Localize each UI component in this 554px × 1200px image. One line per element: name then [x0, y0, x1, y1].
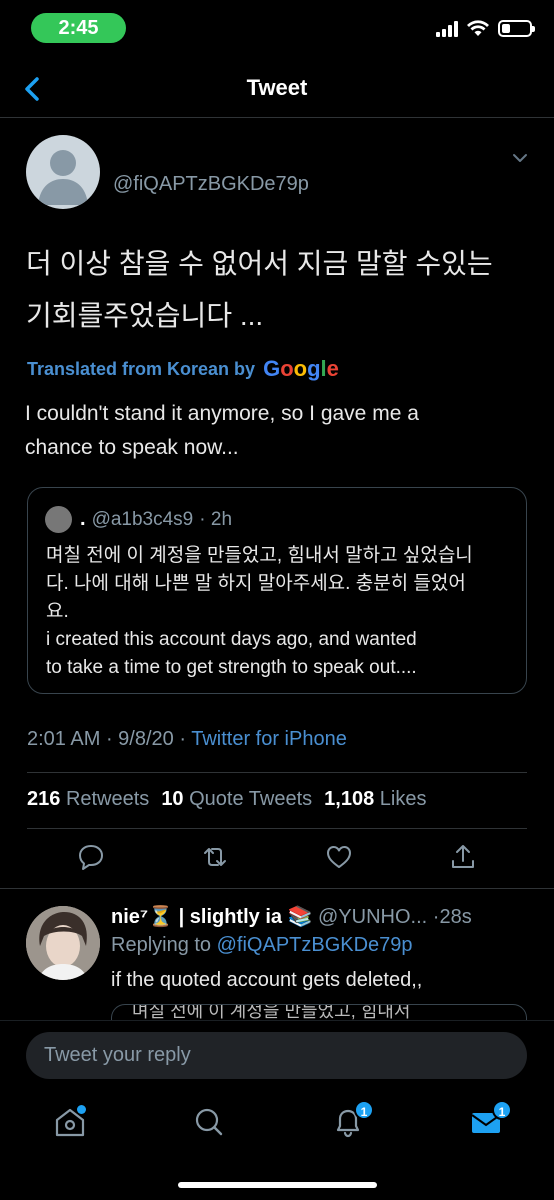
- quoted-line: 다. 나에 대해 나쁜 말 하지 말아주세요. 충분히 들었어: [46, 573, 466, 594]
- quoted-line: to take a time to get strength to speak …: [46, 657, 417, 678]
- reply-quoted-tweet[interactable]: 며칠 전에 이 계정을 만들었고, 힘내서: [111, 1004, 527, 1020]
- reply-tweet[interactable]: nie⁷⏳ | slightly ia 📚 @YUNHO... ·28s Rep…: [0, 888, 554, 1020]
- replying-to-label: Replying to: [111, 934, 212, 956]
- quoted-tweet-text: 며칠 전에 이 계정을 만들었고, 힘내서 말하고 싶었습니 다. 나에 대해 …: [46, 542, 516, 682]
- replying-to-mention[interactable]: @fiQAPTzBGKDe79p: [217, 934, 413, 956]
- quoted-line: 요.: [46, 601, 69, 622]
- retweet-icon[interactable]: [200, 842, 230, 872]
- status-icons: [436, 20, 535, 37]
- tab-messages[interactable]: 1: [466, 1100, 512, 1142]
- default-avatar-icon: [38, 150, 88, 205]
- reply-quoted-text: 며칠 전에 이 계정을 만들었고, 힘내서: [132, 1004, 411, 1020]
- translation-line: chance to speak now...: [25, 436, 239, 459]
- tweet-timestamp: 2:01 AM · 9/8/20 · Twitter for iPhone: [27, 728, 347, 750]
- tweet-text-line: 더 이상 참을 수 없어서 지금 말할 수있는: [26, 248, 493, 279]
- google-logo: Google: [263, 356, 339, 381]
- quoted-line: i created this account days ago, and wan…: [46, 629, 417, 650]
- compose-bar: Tweet your reply: [0, 1020, 554, 1090]
- tweet-time: 2:01 AM: [27, 728, 101, 750]
- tweet-source-link[interactable]: Twitter for iPhone: [191, 728, 347, 750]
- battery-icon: [498, 20, 535, 37]
- notifications-badge: 1: [354, 1100, 374, 1120]
- share-icon[interactable]: [448, 842, 478, 872]
- home-indicator: [178, 1182, 377, 1188]
- reply-icon[interactable]: [76, 842, 106, 872]
- tab-home[interactable]: [50, 1102, 90, 1142]
- quoted-tweet[interactable]: . @a1b3c4s9 · 2h 며칠 전에 이 계정을 만들었고, 힘내서 말…: [27, 487, 527, 694]
- messages-badge: 1: [492, 1100, 512, 1120]
- search-icon: [195, 1108, 223, 1136]
- cellular-signal-icon: [436, 20, 458, 37]
- retweets-stat[interactable]: 216 Retweets: [27, 788, 149, 811]
- reply-text: if the quoted account gets deleted,,: [111, 969, 423, 991]
- likes-stat[interactable]: 1,108 Likes: [324, 788, 426, 811]
- header: Tweet: [0, 60, 554, 118]
- replying-to: Replying to @fiQAPTzBGKDe79p: [111, 934, 413, 957]
- reply-author-handle[interactable]: @YUNHO...: [318, 906, 427, 928]
- tab-search[interactable]: [189, 1102, 229, 1142]
- translated-by[interactable]: Translated from Korean by Google: [27, 356, 339, 382]
- reply-input[interactable]: Tweet your reply: [26, 1032, 527, 1079]
- reply-time: ·28s: [432, 906, 472, 928]
- portrait-photo: [26, 906, 100, 980]
- translated-label: Translated from Korean by: [27, 358, 256, 379]
- wifi-icon: [467, 20, 489, 36]
- quoted-time: · 2h: [199, 508, 233, 530]
- home-dot-badge: [77, 1105, 86, 1114]
- page-title: Tweet: [246, 75, 308, 100]
- reply-author-name[interactable]: nie⁷⏳ | slightly ia 📚: [111, 906, 312, 928]
- heart-icon[interactable]: [324, 842, 354, 872]
- quote-tweets-stat[interactable]: 10 Quote Tweets: [161, 788, 312, 811]
- quoted-avatar: [45, 506, 72, 533]
- tweet-text-line: 기회를주었습니다 ...: [26, 300, 264, 331]
- quoted-handle: @a1b3c4s9: [91, 508, 194, 530]
- translation-line: I couldn't stand it anymore, so I gave m…: [25, 402, 419, 425]
- quoted-name: .: [80, 508, 86, 530]
- translation-text: I couldn't stand it anymore, so I gave m…: [25, 397, 530, 465]
- tweet-actions: [0, 842, 554, 878]
- divider: [27, 828, 527, 829]
- tweet-stats: 216 Retweets 10 Quote Tweets 1,108 Likes: [27, 788, 427, 811]
- quoted-line: 며칠 전에 이 계정을 만들었고, 힘내서 말하고 싶었습니: [46, 545, 473, 566]
- tab-notifications[interactable]: 1: [328, 1100, 374, 1142]
- tweet-date: 9/8/20: [118, 728, 174, 750]
- author-handle[interactable]: @fiQAPTzBGKDe79p: [113, 173, 309, 196]
- author-avatar[interactable]: [26, 135, 100, 209]
- quoted-tweet-header: . @a1b3c4s9 · 2h: [45, 506, 232, 533]
- status-bar: 2:45: [0, 0, 554, 56]
- divider: [27, 772, 527, 773]
- reply-avatar[interactable]: [26, 906, 100, 980]
- reply-header: nie⁷⏳ | slightly ia 📚 @YUNHO... ·28s: [111, 904, 531, 929]
- chevron-down-icon[interactable]: [510, 148, 530, 168]
- status-time: 2:45: [31, 13, 126, 43]
- tweet-text: 더 이상 참을 수 없어서 지금 말할 수있는 기회를주었습니다 ...: [26, 238, 526, 342]
